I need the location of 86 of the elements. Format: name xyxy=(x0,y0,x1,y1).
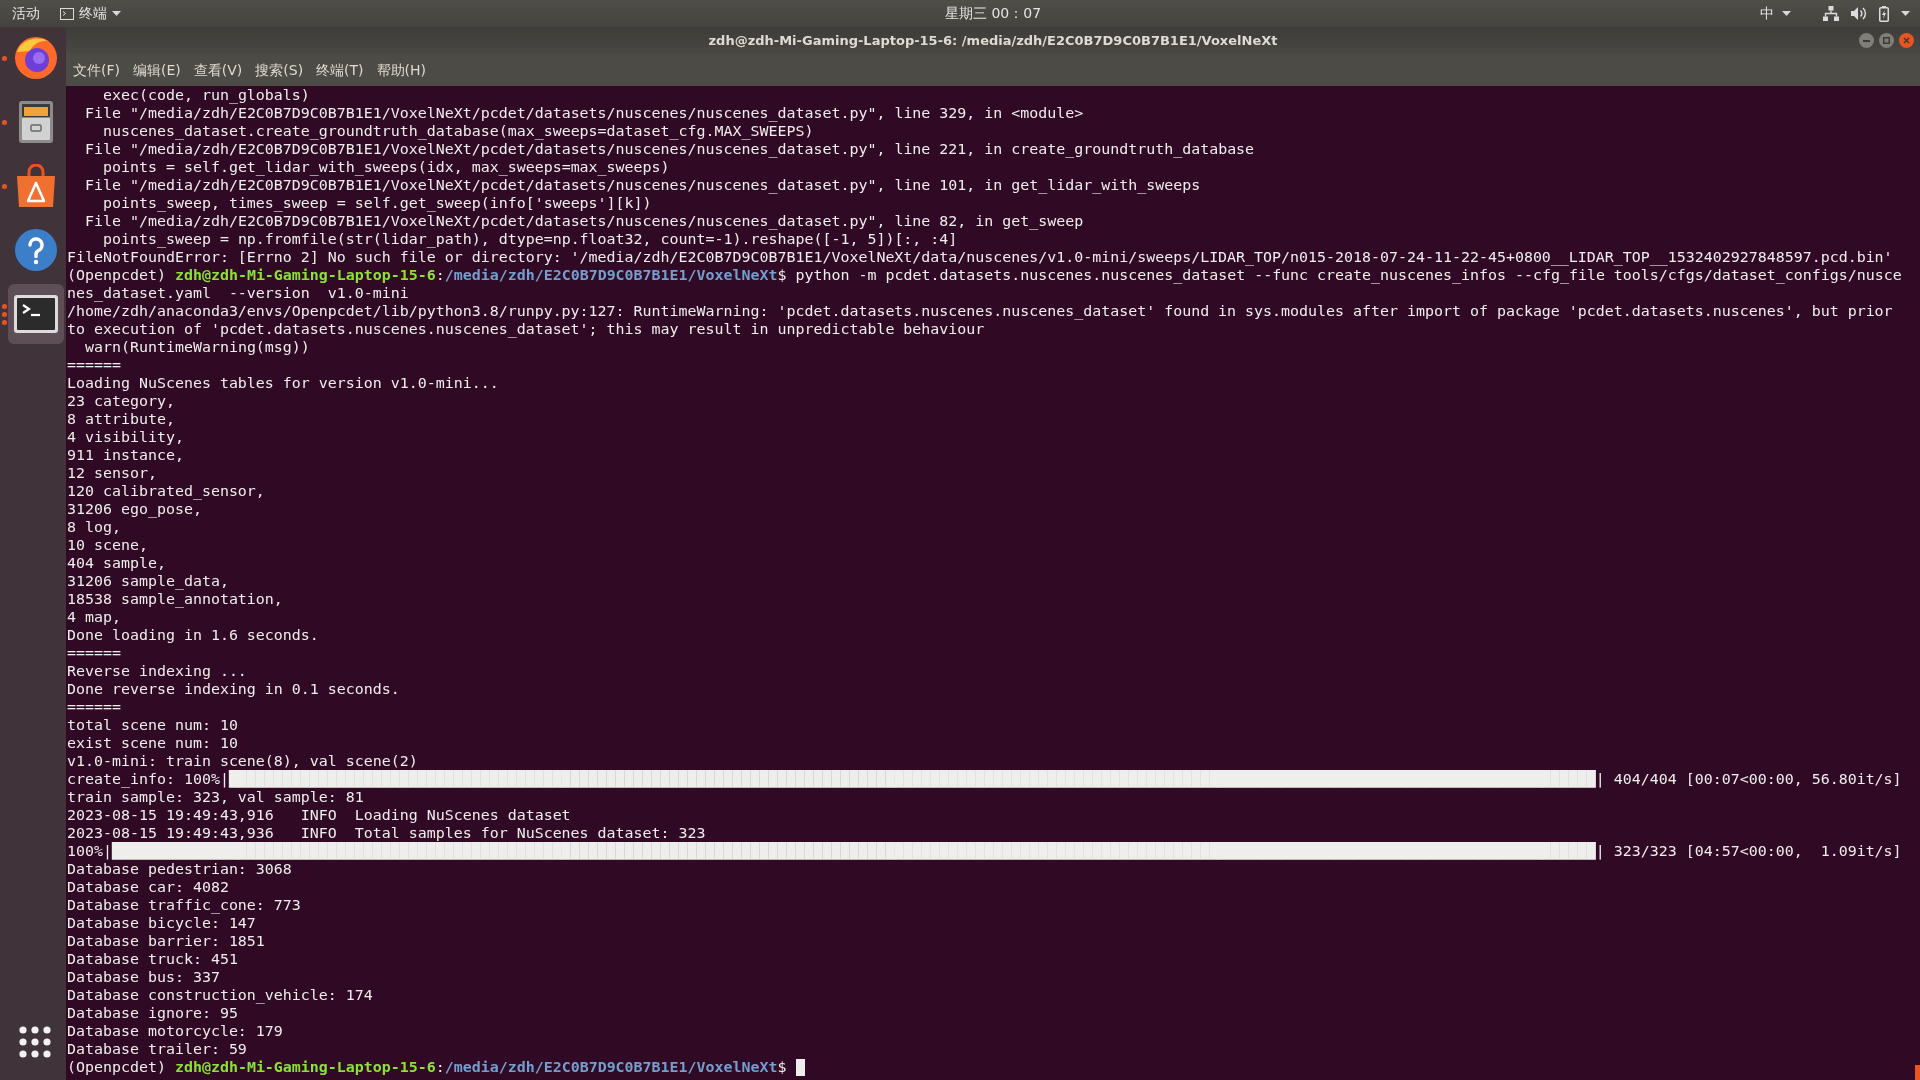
output-line: points = self.get_lidar_with_sweeps(idx, max_sweeps=max_sweeps) xyxy=(103,158,670,176)
output-line: 2023-08-15 19:49:43,916 INFO Loading NuScenes dataset xyxy=(67,806,571,824)
output-line: ====== xyxy=(67,356,121,374)
volume-icon xyxy=(1851,6,1867,21)
output-line: 31206 ego_pose, xyxy=(67,500,202,518)
output-line: Done reverse indexing in 0.1 seconds. xyxy=(67,680,400,698)
output-line: Done loading in 1.6 seconds. xyxy=(67,626,319,644)
output-line: 120 calibrated_sensor, xyxy=(67,482,265,500)
shopping-bag-icon xyxy=(14,164,58,208)
output-line: points_sweep = np.fromfile(str(lidar_path), dtype=np.float32, count=-1).reshape([-1, 5])[:, :4] xyxy=(103,230,958,248)
output-line: 2023-08-15 19:49:43,936 INFO Total samples for NuScenes dataset: 323 xyxy=(67,824,706,842)
globe-icon xyxy=(14,36,58,80)
output-line: 4 map, xyxy=(67,608,121,626)
terminal-icon xyxy=(60,7,74,20)
caret-down-icon xyxy=(1782,11,1791,16)
output-line: 100%|█████████████████████████████████████████████████████████████████████████████████████████████████████████████████████████████████████████████████████████████████████| 323/323 [04:57<00:00, 1.09it/s] xyxy=(67,842,1902,860)
output-line: Database bus: 337 xyxy=(67,968,220,986)
output-line: Database pedestrian: 3068 xyxy=(67,860,292,878)
output-line: ====== xyxy=(67,698,121,716)
maximize-icon xyxy=(1883,37,1890,44)
command-line: (Openpcdet) zdh@zdh-Mi-Gaming-Laptop-15-6:/media/zdh/E2C0B7D9C0B7B1E1/VoxelNeXt$ python -m pcdet.datasets.nuscenes.nuscenes_dataset --func create_nuscenes_infos --cfg_file tools/cfgs/dataset_configs/nusce xyxy=(67,266,1902,284)
output-line: Loading NuScenes tables for version v1.0-mini... xyxy=(67,374,499,392)
output-line: Database trailer: 59 xyxy=(67,1040,247,1058)
output-line: File "/media/zdh/E2C0B7D9C0B7B1E1/VoxelNeXt/pcdet/datasets/nuscenes/nuscenes_dataset.py", line 101, in get_lidar_with_sweeps xyxy=(85,176,1201,194)
output-line: 4 visibility, xyxy=(67,428,184,446)
output-line: File "/media/zdh/E2C0B7D9C0B7B1E1/VoxelNeXt/pcdet/datasets/nuscenes/nuscenes_dataset.py", line 82, in get_sweep xyxy=(85,212,1084,230)
output-line: 31206 sample_data, xyxy=(67,572,229,590)
menu-item[interactable]: 查看(V) xyxy=(187,57,249,83)
output-line: train sample: 323, val sample: 81 xyxy=(67,788,364,806)
output-line: nuscenes_dataset.create_groundtruth_database(max_sweeps=dataset_cfg.MAX_SWEEPS) xyxy=(103,122,814,140)
output-line: 12 sensor, xyxy=(67,464,157,482)
output-line: Database truck: 451 xyxy=(67,950,238,968)
menu-item[interactable]: 编辑(E) xyxy=(127,57,187,83)
output-line: 8 log, xyxy=(67,518,121,536)
output-line: Database traffic_cone: 773 xyxy=(67,896,301,914)
output-line: 911 instance, xyxy=(67,446,184,464)
output-line: v1.0-mini: train scene(8), val scene(2) xyxy=(67,752,418,770)
output-line: File "/media/zdh/E2C0B7D9C0B7B1E1/VoxelNeXt/pcdet/datasets/nuscenes/nuscenes_dataset.py", line 329, in <module> xyxy=(85,104,1084,122)
output-line: 18538 sample_annotation, xyxy=(67,590,283,608)
output-line: create_info: 100%|████████████████████████████████████████████████████████████████████████████████████████████████████████████████████████████████████████████████████████| 404/404 [00:07<00:00, 56.80it/s] xyxy=(67,770,1902,788)
shell-prompt: (Openpcdet) zdh@zdh-Mi-Gaming-Laptop-15-6:/media/zdh/E2C0B7D9C0B7B1E1/VoxelNeXt$ xyxy=(67,1058,787,1076)
network-icon xyxy=(1823,6,1839,21)
output-line: warn(RuntimeWarning(msg)) xyxy=(85,338,310,356)
output-line: Database motorcycle: 179 xyxy=(67,1022,283,1040)
output-line: 8 attribute, xyxy=(67,410,175,428)
output-line: Database bicycle: 147 xyxy=(67,914,256,932)
close-button[interactable] xyxy=(1899,33,1914,48)
output-line: Database car: 4082 xyxy=(67,878,229,896)
scrollbar-thumb[interactable] xyxy=(1915,1065,1920,1080)
output-line: 404 sample, xyxy=(67,554,166,572)
maximize-button[interactable] xyxy=(1879,33,1894,48)
input-method-button[interactable]: 中 xyxy=(1760,1,1791,26)
output-line: Database ignore: 95 xyxy=(67,1004,238,1022)
output-line: Reverse indexing ... xyxy=(67,662,247,680)
clock-button[interactable]: 星期三 00：07 xyxy=(938,1,1048,26)
output-line: exist scene num: 10 xyxy=(67,734,238,752)
caret-down-icon xyxy=(1901,11,1910,16)
activities-button[interactable]: 活动 xyxy=(6,1,46,26)
caret-down-icon xyxy=(112,11,121,16)
output-line: 10 scene, xyxy=(67,536,148,554)
minimize-icon xyxy=(1863,39,1870,42)
dock-launcher[interactable] xyxy=(8,284,64,344)
app-grid-icon xyxy=(19,1026,51,1058)
output-line: points_sweep, times_sweep = self.get_sweep(info['sweeps'][k]) xyxy=(103,194,652,212)
menu-item[interactable]: 搜索(S) xyxy=(249,57,310,83)
output-line: exec(code, run_globals) xyxy=(103,86,310,104)
output-line: total scene num: 10 xyxy=(67,716,238,734)
menu-item[interactable]: 帮助(H) xyxy=(370,57,433,83)
battery-charging-icon xyxy=(1879,5,1889,22)
output-line: 23 category, xyxy=(67,392,175,410)
window-title: zdh@zdh-Mi-Gaming-Laptop-15-6: /media/zdh/E2C0B7D9C0B7B1E1/VoxelNeXt xyxy=(708,31,1278,50)
output-line: File "/media/zdh/E2C0B7D9C0B7B1E1/VoxelNeXt/pcdet/datasets/nuscenes/nuscenes_dataset.py", line 221, in create_groundtruth_database xyxy=(85,140,1255,158)
output-line: FileNotFoundError: [Errno 2] No such file or directory: '/media/zdh/E2C0B7D9C0B7B1E1/VoxelNeXt/data/nuscenes/v1.0-mini/sweeps/LIDAR_TOP/n015-2018-07-24-11-22-45+0800__LIDAR_TOP__1532402927848597.pcd.bin' xyxy=(67,248,1893,266)
close-icon xyxy=(1903,37,1910,44)
terminal-icon xyxy=(14,292,58,336)
menu-item[interactable]: 文件(F) xyxy=(67,57,126,83)
output-line: ====== xyxy=(67,644,121,662)
help-icon xyxy=(14,228,58,272)
output-line: /home/zdh/anaconda3/envs/Openpcdet/lib/python3.8/runpy.py:127: RuntimeWarning: 'pcdet.datasets.nuscenes.nuscenes_dataset' found in sys.modules after import of package 'pcdet.datasets.nuscenes', but prior xyxy=(67,302,1893,320)
output-line: to execution of 'pcdet.datasets.nuscenes.nuscenes_dataset'; this may result in unpredictable behaviour xyxy=(67,320,985,338)
output-line: nes_dataset.yaml --version v1.0-mini xyxy=(67,284,409,302)
output-line: Database construction_vehicle: 174 xyxy=(67,986,373,1004)
menu-item[interactable]: 终端(T) xyxy=(310,57,370,83)
output-line: Database barrier: 1851 xyxy=(67,932,265,950)
minimize-button[interactable] xyxy=(1859,33,1874,48)
app-menu-button[interactable]: 终端 xyxy=(56,1,125,26)
